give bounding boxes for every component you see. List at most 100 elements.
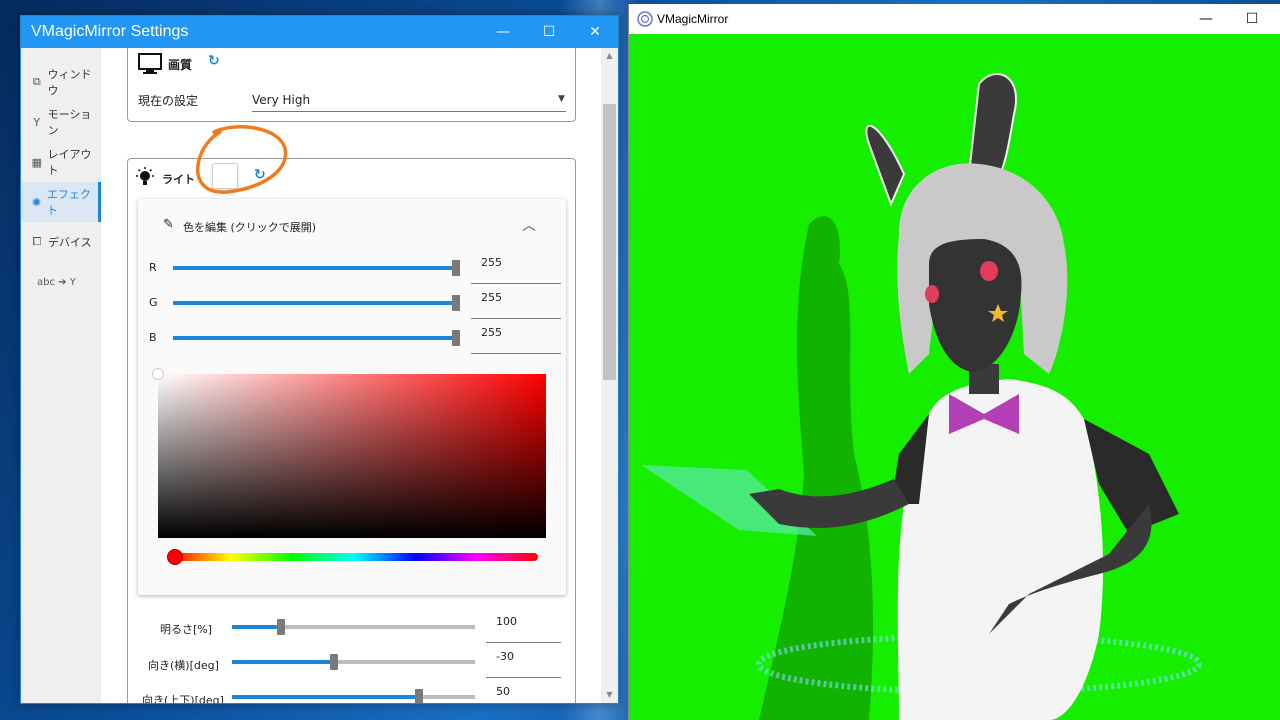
scrollbar-thumb[interactable] [603, 104, 616, 380]
pitch-slider[interactable] [232, 689, 475, 703]
brightness-label: 明るさ[%] [160, 623, 213, 636]
b-label: B [149, 331, 157, 344]
viewer-window: VMagicMirror — ☐ [628, 4, 1280, 720]
maximize-button[interactable]: ☐ [526, 16, 572, 48]
avatar-left-eye [925, 285, 939, 303]
saturation-value-picker[interactable] [152, 368, 546, 538]
minimize-icon: — [496, 24, 510, 40]
color-editor-header[interactable]: ✎ 色を編集 (クリックで展開) ︿ [138, 199, 566, 249]
viewer-window-title: VMagicMirror [657, 12, 729, 26]
sidebar-item-label: レイアウト [47, 148, 92, 177]
scroll-up-icon[interactable]: ▲ [601, 48, 618, 64]
window-icon: ⧉ [32, 75, 41, 88]
r-value-field[interactable]: 255 [471, 254, 561, 284]
viewer-titlebar[interactable]: VMagicMirror — ☐ [629, 4, 1280, 34]
minimize-button[interactable]: — [480, 16, 526, 48]
b-slider-thumb[interactable] [452, 330, 460, 346]
pitch-value-field[interactable]: 50 [486, 683, 561, 703]
quality-current-label: 現在の設定 [138, 94, 199, 108]
avatar-stage [629, 34, 1280, 720]
avatar-face [929, 239, 1022, 372]
viewer-maximize-button[interactable]: ☐ [1229, 4, 1275, 34]
yaw-slider[interactable] [232, 654, 475, 670]
pitch-slider-fill [232, 695, 419, 699]
sidebar-item-label: モーション [47, 108, 92, 137]
brightness-slider[interactable] [232, 619, 475, 635]
effect-icon: ✺ [31, 195, 42, 209]
avatar-render [641, 73, 1202, 720]
sv-dark-layer [158, 374, 546, 538]
settings-window-title: VMagicMirror Settings [31, 23, 189, 40]
g-label: G [149, 296, 158, 309]
brightness-slider-fill [232, 625, 281, 629]
pitch-label: 向き(上下)[deg] [142, 694, 224, 703]
minimize-icon: — [1199, 11, 1213, 27]
sidebar-item-label: エフェクト [46, 188, 91, 217]
brightness-value-field[interactable]: 100 [486, 613, 561, 643]
avatar-right-eye [980, 261, 998, 281]
close-icon: ✕ [589, 24, 601, 40]
sidebar-item-label: デバイス [48, 236, 92, 249]
sidebar-item-label: ウィンドウ [47, 68, 92, 97]
color-editor-expander: ✎ 色を編集 (クリックで展開) ︿ R 255 G 255 B 255 [138, 199, 566, 595]
g-value: 255 [481, 291, 502, 304]
yaw-label: 向き(横)[deg] [148, 659, 219, 672]
word-to-motion-icon: abc ➔ Y [37, 276, 76, 288]
b-slider-fill [173, 336, 460, 340]
device-icon: ⧠ [32, 235, 42, 248]
lightbulb-icon [136, 167, 154, 185]
light-card: ライト ↻ ✎ 色を編集 (クリックで展開) ︿ R 255 G 255 B 2… [127, 158, 576, 703]
sidebar-item-motion[interactable]: Y モーション [21, 102, 101, 142]
quality-select-value: Very High [252, 93, 311, 107]
chevron-down-icon: ▼ [558, 94, 565, 104]
layout-icon: ▦ [31, 155, 42, 169]
quality-reset-icon[interactable]: ↻ [208, 53, 220, 69]
maximize-icon: ☐ [1245, 11, 1259, 27]
sidebar-item-device[interactable]: ⧠ デバイス [21, 222, 101, 262]
pitch-slider-thumb[interactable] [415, 689, 423, 703]
effect-settings-panel: 画質 ↻ 現在の設定 Very High ▼ ライト ↻ ✎ 色を編集 (クリッ… [101, 48, 601, 703]
pencil-icon: ✎ [163, 217, 174, 232]
r-label: R [149, 261, 157, 274]
annotation-circle [196, 125, 288, 194]
r-slider[interactable] [173, 260, 460, 276]
close-button[interactable]: ✕ [572, 16, 618, 48]
sv-picker-knob[interactable] [152, 368, 164, 380]
quality-card: 画質 ↻ 現在の設定 Very High ▼ [127, 48, 576, 122]
g-value-field[interactable]: 255 [471, 289, 561, 319]
hue-slider[interactable] [170, 553, 538, 561]
avatar-vest [897, 379, 1104, 720]
yaw-slider-thumb[interactable] [330, 654, 338, 670]
b-value: 255 [481, 326, 502, 339]
g-slider-thumb[interactable] [452, 295, 460, 311]
b-value-field[interactable]: 255 [471, 324, 561, 354]
brightness-value: 100 [496, 615, 517, 628]
brightness-slider-thumb[interactable] [277, 619, 285, 635]
viewer-minimize-button[interactable]: — [1183, 4, 1229, 34]
quality-title: 画質 [168, 58, 193, 72]
app-logo-icon [637, 11, 653, 27]
sidebar-item-layout[interactable]: ▦ レイアウト [21, 142, 101, 182]
g-slider[interactable] [173, 295, 460, 311]
color-editor-title: 色を編集 (クリックで展開) [183, 221, 317, 234]
content-scrollbar[interactable]: ▲ ▼ [601, 48, 618, 703]
sidebar-item-effect[interactable]: ✺ エフェクト [21, 182, 101, 222]
sidebar-item-word-to-motion[interactable]: abc ➔ Y [21, 262, 101, 302]
chevron-up-icon[interactable]: ︿ [522, 215, 536, 235]
sidebar: ⧉ ウィンドウ Y モーション ▦ レイアウト ✺ エフェクト ⧠ デバイス a… [21, 48, 101, 703]
quality-select[interactable]: Very High ▼ [252, 85, 566, 112]
settings-titlebar[interactable]: VMagicMirror Settings — ☐ ✕ [21, 16, 618, 48]
r-value: 255 [481, 256, 502, 269]
hue-slider-knob[interactable] [167, 549, 183, 565]
b-slider[interactable] [173, 330, 460, 346]
r-slider-thumb[interactable] [452, 260, 460, 276]
pitch-value: 50 [496, 685, 510, 698]
yaw-value-field[interactable]: -30 [486, 648, 561, 678]
maximize-icon: ☐ [542, 24, 556, 40]
r-slider-fill [173, 266, 460, 270]
g-slider-fill [173, 301, 460, 305]
scroll-down-icon[interactable]: ▼ [601, 687, 618, 703]
settings-window: VMagicMirror Settings — ☐ ✕ ⧉ ウィンドウ Y モー… [20, 15, 619, 704]
avatar-left-ear [865, 124, 906, 207]
sidebar-item-window[interactable]: ⧉ ウィンドウ [21, 62, 101, 102]
